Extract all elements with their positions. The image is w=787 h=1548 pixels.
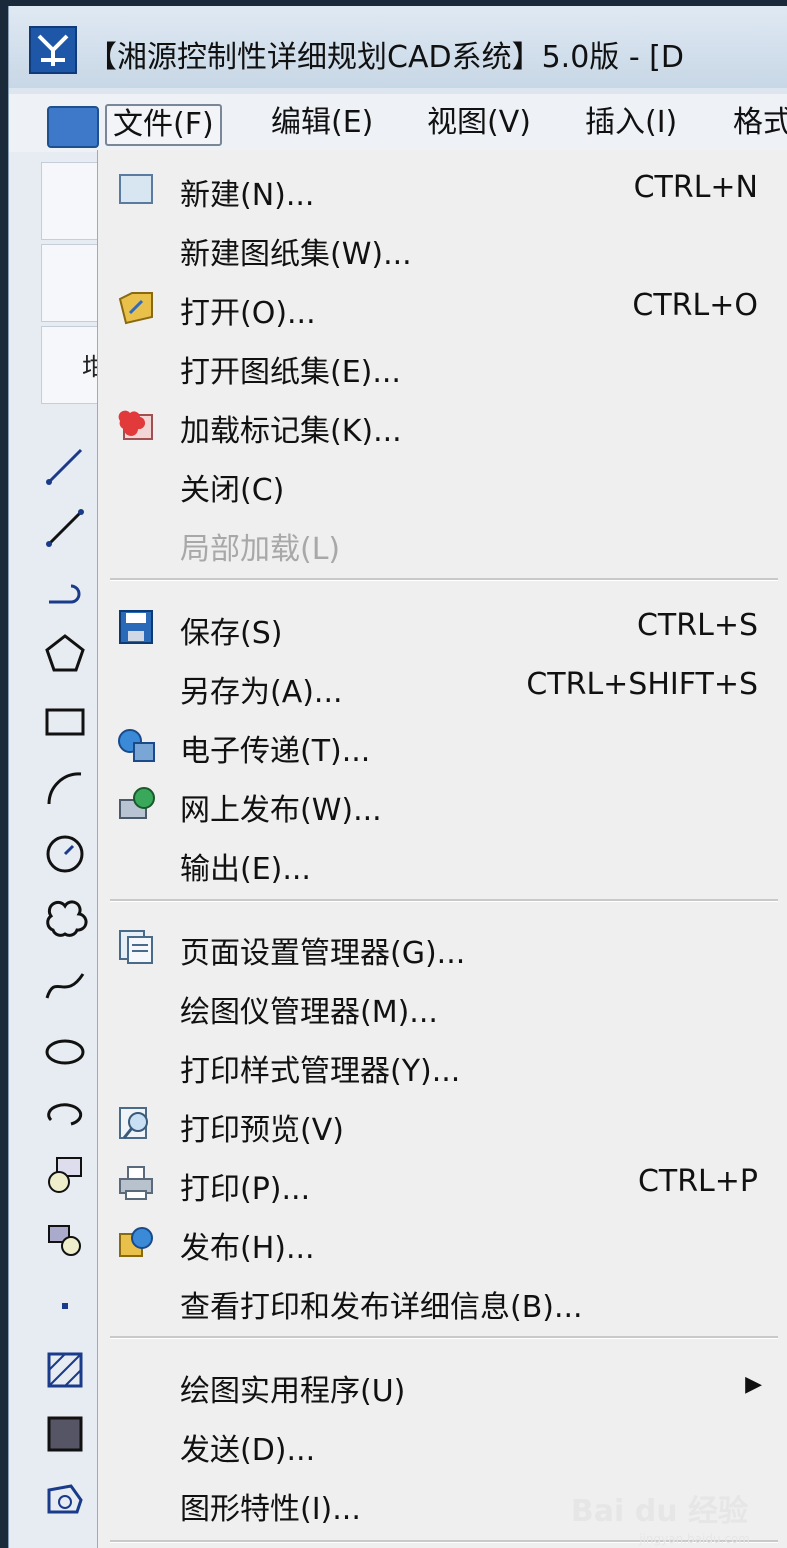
menu-item-label: 保存(S) — [180, 616, 283, 651]
open-folder-icon — [116, 289, 156, 325]
submenu-arrow-icon: ▶ — [745, 1372, 762, 1397]
menu-separator — [110, 899, 778, 902]
save-icon — [116, 609, 156, 645]
hatch-tool-icon[interactable] — [41, 1346, 89, 1394]
menu-item-save[interactable]: 保存(S) CTRL+S — [98, 598, 787, 656]
menu-item-plotter-manager[interactable]: 绘图仪管理器(M)... — [98, 977, 787, 1035]
publish-web-icon — [116, 786, 156, 822]
shortcut-label: CTRL+SHIFT+S — [526, 667, 758, 702]
spline-tool-icon[interactable] — [41, 962, 89, 1010]
menu-view[interactable]: 视图(V) — [427, 104, 531, 142]
menu-item-close[interactable]: 关闭(C) — [98, 455, 787, 513]
menu-item-export[interactable]: 输出(E)... — [98, 834, 787, 892]
menu-item-new[interactable]: 新建(N)... CTRL+N — [98, 160, 787, 218]
menu-item-load-markup[interactable]: 加载标记集(K)... — [98, 396, 787, 454]
title-bar: 【湘源控制性详细规划CAD系统】5.0版 - [D — [9, 6, 787, 88]
polygon-tool-icon[interactable] — [41, 630, 89, 678]
circle-tool-icon[interactable] — [41, 830, 89, 878]
menu-item-label: 发送(D)... — [180, 1433, 316, 1468]
menu-separator — [110, 1336, 778, 1339]
menu-item-label: 电子传递(T)... — [180, 734, 371, 769]
menu-item-plot-publish-details[interactable]: 查看打印和发布详细信息(B)... — [98, 1272, 787, 1330]
draw-toolbar: 坩 — [9, 152, 106, 1548]
menu-item-label: 打开图纸集(E)... — [180, 355, 401, 390]
menu-bar: 文件(F) 编辑(E) 视图(V) 插入(I) 格式 — [9, 94, 787, 153]
arc-polyline-tool-icon[interactable] — [41, 566, 89, 614]
menu-item-label: 加载标记集(K)... — [180, 414, 402, 449]
menu-item-partial-load: 局部加载(L) — [98, 514, 787, 572]
menu-item-label: 图形特性(I)... — [180, 1492, 361, 1527]
point-tool-icon[interactable] — [41, 1282, 89, 1330]
shortcut-label: CTRL+N — [633, 170, 758, 205]
polyline-tool-icon[interactable] — [41, 504, 89, 552]
app-logo-icon[interactable] — [29, 26, 77, 74]
baidu-watermark-url: jingyan.baidu.com — [639, 1532, 750, 1546]
new-document-icon — [116, 171, 156, 207]
menu-file[interactable]: 文件(F) — [105, 104, 222, 146]
printer-icon — [116, 1165, 156, 1201]
menu-item-publish-web[interactable]: 网上发布(W)... — [98, 775, 787, 833]
menu-item-page-setup[interactable]: 页面设置管理器(G)... — [98, 918, 787, 976]
menu-item-label: 打印样式管理器(Y)... — [180, 1054, 461, 1089]
shortcut-label: CTRL+O — [632, 288, 758, 323]
markup-set-icon — [116, 407, 156, 443]
window-title: 【湘源控制性详细规划CAD系统】5.0版 - [D — [87, 40, 684, 75]
arc-tool-icon[interactable] — [41, 764, 89, 812]
make-block-tool-icon[interactable] — [41, 1218, 89, 1266]
menu-item-open-sheetset[interactable]: 打开图纸集(E)... — [98, 337, 787, 395]
ellipse-arc-tool-icon[interactable] — [41, 1092, 89, 1140]
menu-item-label: 绘图实用程序(U) — [180, 1374, 406, 1409]
menu-edit[interactable]: 编辑(E) — [271, 104, 373, 142]
line-tool-icon[interactable] — [41, 442, 89, 490]
menu-item-label: 打印(P)... — [180, 1172, 311, 1207]
insert-block-tool-icon[interactable] — [41, 1152, 89, 1200]
menu-item-drawing-utilities[interactable]: 绘图实用程序(U) ▶ — [98, 1356, 787, 1414]
menu-item-save-as[interactable]: 另存为(A)... CTRL+SHIFT+S — [98, 657, 787, 715]
menu-format[interactable]: 格式 — [733, 104, 787, 142]
menu-item-label: 另存为(A)... — [180, 675, 343, 710]
menu-item-label: 输出(E)... — [180, 852, 311, 887]
menu-item-label: 页面设置管理器(G)... — [180, 936, 466, 971]
menu-item-open[interactable]: 打开(O)... CTRL+O — [98, 278, 787, 336]
page-setup-icon — [116, 929, 156, 965]
menu-item-label: 发布(H)... — [180, 1231, 315, 1266]
toolbar-panel-3[interactable]: 坩 — [41, 326, 106, 404]
menu-item-label: 关闭(C) — [180, 473, 285, 508]
print-preview-icon — [116, 1106, 156, 1142]
shortcut-label: CTRL+S — [636, 608, 758, 643]
menu-item-label: 打开(O)... — [180, 296, 316, 331]
gradient-tool-icon[interactable] — [41, 1410, 89, 1458]
menu-item-label: 绘图仪管理器(M)... — [180, 995, 438, 1030]
menu-item-label: 新建图纸集(W)... — [180, 237, 412, 272]
menu-item-publish[interactable]: 发布(H)... — [98, 1213, 787, 1271]
menu-separator — [110, 578, 778, 581]
menu-item-label: 查看打印和发布详细信息(B)... — [180, 1290, 583, 1325]
rectangle-tool-icon[interactable] — [41, 698, 89, 746]
etransmit-icon — [116, 727, 156, 763]
region-tool-icon[interactable] — [41, 1476, 89, 1524]
menu-item-print[interactable]: 打印(P)... CTRL+P — [98, 1154, 787, 1212]
menu-item-label: 网上发布(W)... — [180, 793, 382, 828]
document-control-icon[interactable] — [47, 106, 99, 148]
menu-insert[interactable]: 插入(I) — [585, 104, 677, 142]
menu-item-send[interactable]: 发送(D)... — [98, 1415, 787, 1473]
shortcut-label: CTRL+P — [637, 1164, 758, 1199]
revision-cloud-tool-icon[interactable] — [41, 896, 89, 944]
menu-item-label: 局部加载(L) — [180, 532, 341, 567]
menu-item-new-sheetset[interactable]: 新建图纸集(W)... — [98, 219, 787, 277]
toolbar-panel-2[interactable] — [41, 244, 103, 322]
toolbar-panel-1[interactable] — [41, 162, 103, 240]
menu-item-label: 新建(N)... — [180, 178, 315, 213]
menu-item-etransmit[interactable]: 电子传递(T)... — [98, 716, 787, 774]
baidu-watermark: Bai du 经验 — [570, 1494, 748, 1529]
menu-item-label: 打印预览(V) — [180, 1113, 344, 1148]
menu-item-print-preview[interactable]: 打印预览(V) — [98, 1095, 787, 1153]
ellipse-tool-icon[interactable] — [41, 1028, 89, 1076]
menu-item-plot-style-manager[interactable]: 打印样式管理器(Y)... — [98, 1036, 787, 1094]
file-menu-dropdown: 新建(N)... CTRL+N 新建图纸集(W)... 打开(O)... CTR… — [97, 150, 787, 1548]
publish-icon — [116, 1224, 156, 1260]
